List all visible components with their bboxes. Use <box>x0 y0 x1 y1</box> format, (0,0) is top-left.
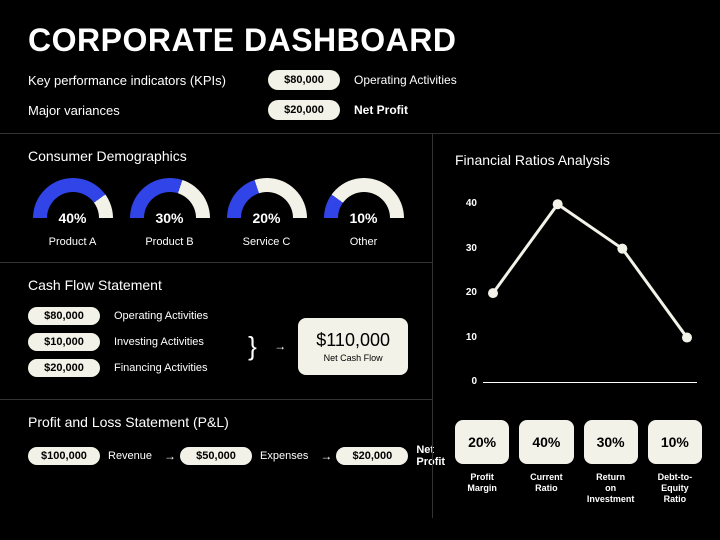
section-title: Consumer Demographics <box>28 148 408 164</box>
cashflow-row: $10,000 Investing Activities <box>28 333 235 351</box>
columns: Consumer Demographics 40% Product A 30% … <box>0 134 720 518</box>
kpi-value-pill: $20,000 <box>268 100 340 120</box>
ratio-boxes: 20% ProfitMargin40% CurrentRatio30% Retu… <box>455 420 702 504</box>
y-tick-label: 20 <box>455 287 477 298</box>
pl-value-pill: $100,000 <box>28 447 100 465</box>
arrow-icon: → <box>164 449 176 463</box>
ratio-value: 20% <box>455 420 509 464</box>
kpi-label: Major variances <box>28 103 268 118</box>
dashboard-root: CORPORATE DASHBOARD Key performance indi… <box>0 0 720 540</box>
page-title: CORPORATE DASHBOARD <box>0 0 720 67</box>
arrow-icon: → <box>274 339 286 353</box>
kpi-desc: Net Profit <box>354 103 408 117</box>
y-tick-label: 40 <box>455 198 477 209</box>
donut-item: 20% Service C <box>222 178 311 248</box>
arrow-icon: → <box>320 449 332 463</box>
donut-item: 30% Product B <box>125 178 214 248</box>
ratio-label: Returnon Investment <box>584 472 638 504</box>
kpi-desc: Operating Activities <box>354 73 457 87</box>
cashflow-total: $110,000 Net Cash Flow <box>298 318 408 375</box>
cashflow-total-label: Net Cash Flow <box>316 353 390 363</box>
kpi-label: Key performance indicators (KPIs) <box>28 73 268 88</box>
cashflow-body: $80,000 Operating Activities $10,000 Inve… <box>28 307 408 385</box>
line-chart: 0 10 20 30 40 <box>455 182 701 402</box>
left-column: Consumer Demographics 40% Product A 30% … <box>0 134 432 518</box>
donut-label: Product B <box>125 236 214 248</box>
donut-label: Service C <box>222 236 311 248</box>
cashflow-section: Cash Flow Statement $80,000 Operating Ac… <box>0 263 432 399</box>
cashflow-total-amount: $110,000 <box>316 330 390 351</box>
cashflow-desc: Financing Activities <box>114 362 208 374</box>
donut-gauge: 10% <box>324 178 404 228</box>
pl-label: Expenses <box>260 450 308 462</box>
ratio-value: 30% <box>584 420 638 464</box>
donut-item: 40% Product A <box>28 178 117 248</box>
donut-row: 40% Product A 30% Product B 20% Service … <box>28 178 408 248</box>
demographics-section: Consumer Demographics 40% Product A 30% … <box>0 134 432 262</box>
ratio-item: 10% Debt-to-EquityRatio <box>648 420 702 504</box>
pl-row: $100,000Revenue→$50,000Expenses→$20,000N… <box>28 444 408 468</box>
cashflow-rows: $80,000 Operating Activities $10,000 Inve… <box>28 307 235 385</box>
ratio-label: ProfitMargin <box>455 472 509 494</box>
cashflow-row: $80,000 Operating Activities <box>28 307 235 325</box>
donut-item: 10% Other <box>319 178 408 248</box>
section-title: Cash Flow Statement <box>28 277 408 293</box>
kpi-row: Major variances $20,000 Net Profit <box>28 97 692 123</box>
ratio-item: 40% CurrentRatio <box>519 420 573 504</box>
ratios-section: Financial Ratios Analysis 0 10 20 30 40 20% … <box>433 134 720 518</box>
right-column: Financial Ratios Analysis 0 10 20 30 40 20% … <box>432 134 720 518</box>
donut-gauge: 30% <box>130 178 210 228</box>
pl-value-pill: $20,000 <box>336 447 408 465</box>
pl-label: Revenue <box>108 450 152 462</box>
y-tick-label: 30 <box>455 243 477 254</box>
cashflow-row: $20,000 Financing Activities <box>28 359 235 377</box>
donut-percent: 40% <box>33 210 113 226</box>
cashflow-desc: Operating Activities <box>114 310 208 322</box>
ratio-item: 30% Returnon Investment <box>584 420 638 504</box>
donut-percent: 20% <box>227 210 307 226</box>
y-tick-label: 10 <box>455 332 477 343</box>
y-tick-label: 0 <box>455 376 477 387</box>
chart-x-axis <box>483 382 697 383</box>
cashflow-value-pill: $10,000 <box>28 333 100 351</box>
pl-value-pill: $50,000 <box>180 447 252 465</box>
donut-label: Product A <box>28 236 117 248</box>
donut-gauge: 40% <box>33 178 113 228</box>
brace-icon: } <box>235 333 270 359</box>
y-axis-ticks: 010203040 <box>455 182 477 382</box>
ratio-label: Debt-to-EquityRatio <box>648 472 702 504</box>
pl-section: Profit and Loss Statement (P&L) $100,000… <box>0 400 432 482</box>
section-title: Profit and Loss Statement (P&L) <box>28 414 408 430</box>
donut-label: Other <box>319 236 408 248</box>
ratio-value: 10% <box>648 420 702 464</box>
line-chart-svg <box>483 182 697 382</box>
kpi-block: Key performance indicators (KPIs) $80,00… <box>0 67 720 133</box>
cashflow-value-pill: $20,000 <box>28 359 100 377</box>
cashflow-desc: Investing Activities <box>114 336 204 348</box>
ratio-value: 40% <box>519 420 573 464</box>
kpi-row: Key performance indicators (KPIs) $80,00… <box>28 67 692 93</box>
ratio-item: 20% ProfitMargin <box>455 420 509 504</box>
chart-plot <box>483 182 697 382</box>
ratio-label: CurrentRatio <box>519 472 573 494</box>
cashflow-value-pill: $80,000 <box>28 307 100 325</box>
donut-percent: 30% <box>130 210 210 226</box>
section-title: Financial Ratios Analysis <box>455 152 702 168</box>
kpi-value-pill: $80,000 <box>268 70 340 90</box>
donut-percent: 10% <box>324 210 404 226</box>
donut-gauge: 20% <box>227 178 307 228</box>
